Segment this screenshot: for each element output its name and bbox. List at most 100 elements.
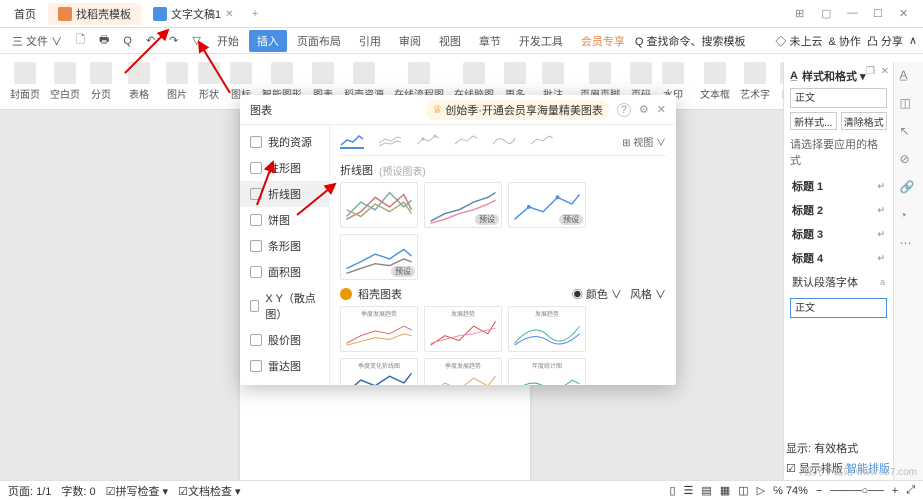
style-h2[interactable]: 标题 2↵ xyxy=(790,198,887,222)
word-count[interactable]: 字数: 0 xyxy=(61,483,95,499)
pane-close-icon[interactable]: ✕ xyxy=(881,66,889,77)
sidebar-line[interactable]: 折线图 xyxy=(240,181,329,207)
zoom-label[interactable]: ℅ 74% xyxy=(773,485,808,497)
sidetool-backup[interactable]: ◔ xyxy=(900,208,918,226)
pane-detach-icon[interactable]: ❐ xyxy=(866,66,875,77)
spell-check[interactable]: ☑拼写检查 ▾ xyxy=(106,483,168,499)
page-indicator[interactable]: 页面: 1/1 xyxy=(8,483,51,499)
style-h1[interactable]: 标题 1↵ xyxy=(790,174,887,198)
quick-preview-icon[interactable]: Q xyxy=(117,33,138,49)
redo-icon[interactable]: ↷ xyxy=(163,32,184,49)
linetype-basic[interactable] xyxy=(340,133,364,149)
collab-button[interactable]: & 协作 xyxy=(828,33,860,49)
dock-thumb[interactable]: 季度发展趋势 xyxy=(340,306,418,352)
dock-thumb[interactable]: 发展趋势 xyxy=(508,306,586,352)
new-tab-button[interactable]: + xyxy=(247,6,263,22)
zoom-slider[interactable]: ────○── xyxy=(830,485,883,497)
view-split-icon[interactable]: ◫ xyxy=(738,484,748,497)
fullscreen-icon[interactable]: ⤢ xyxy=(906,484,915,497)
help-icon[interactable]: ? xyxy=(617,103,631,117)
tool-blank[interactable]: 空白页 xyxy=(46,60,84,103)
box-icon[interactable]: ▢ xyxy=(821,7,835,21)
close-icon[interactable]: ✕ xyxy=(225,9,235,19)
file-menu[interactable]: 三 文件 ∨ xyxy=(6,31,68,51)
sidetool-style[interactable]: ◫ xyxy=(900,96,918,114)
sidebar-myresources[interactable]: 我的资源 xyxy=(240,129,329,155)
style-h4[interactable]: 标题 4↵ xyxy=(790,246,887,270)
tab-reference[interactable]: 引用 xyxy=(351,30,389,52)
style-default-font[interactable]: 默认段落字体a xyxy=(790,270,887,294)
tab-view[interactable]: 视图 xyxy=(431,30,469,52)
sidebar-radar[interactable]: 雷达图 xyxy=(240,353,329,379)
close-window-icon[interactable]: ✕ xyxy=(899,7,913,21)
linetype-smooth[interactable] xyxy=(492,133,516,149)
sidebar-pie[interactable]: 饼图 xyxy=(240,207,329,233)
preset-thumb-2[interactable]: 预设 xyxy=(424,182,502,228)
dock-thumb[interactable]: 季度变化折线图 xyxy=(340,358,418,385)
view-print-icon[interactable]: ▯ xyxy=(669,484,675,497)
collapse-ribbon-icon[interactable]: ∧ xyxy=(909,34,917,47)
current-style-select[interactable]: 正文 xyxy=(790,88,887,108)
tab-start[interactable]: 开始 xyxy=(209,30,247,52)
cloud-status[interactable]: ◇ 未上云 xyxy=(775,33,822,49)
tool-cover[interactable]: 封面页 xyxy=(6,60,44,103)
view-web-icon[interactable]: ▦ xyxy=(720,484,730,497)
quick-print-icon[interactable]: 🖶 xyxy=(93,29,115,52)
dock-thumb[interactable]: 年度统计图 xyxy=(508,358,586,385)
linetype-stacked[interactable] xyxy=(378,133,402,149)
show-select[interactable]: 有效格式 xyxy=(814,443,858,455)
dock-thumb[interactable]: 季度发展趋势 xyxy=(424,358,502,385)
sidetool-limit[interactable]: ⊘ xyxy=(900,152,918,170)
preset-thumb-3[interactable]: 预设 xyxy=(508,182,586,228)
tab-chapter[interactable]: 章节 xyxy=(471,30,509,52)
tool-textbox[interactable]: 文本框 xyxy=(696,60,734,103)
sidetool-more[interactable]: ⋯ xyxy=(900,236,918,254)
tab-template[interactable]: 找稻壳模板 xyxy=(48,3,141,25)
sidebar-bar[interactable]: 柱形图 xyxy=(240,155,329,181)
dialog-close-icon[interactable]: ✕ xyxy=(657,103,666,116)
promo-banner[interactable]: ♕创始季·开通会员享海量精美图表 xyxy=(426,100,609,120)
clear-format-button[interactable]: 清除格式 xyxy=(841,112,888,130)
minimize-icon[interactable]: — xyxy=(847,7,861,21)
dock-thumb[interactable]: 发展趋势 xyxy=(424,306,502,352)
preset-thumb-4[interactable]: 预设 xyxy=(340,234,418,280)
style-filter[interactable]: 风格 ∨ xyxy=(630,286,666,302)
search-input[interactable]: Q 查找命令、搜索模板 xyxy=(635,33,746,49)
tab-insert[interactable]: 插入 xyxy=(249,30,287,52)
sidebar-combo[interactable]: 组合图 xyxy=(240,379,329,385)
tool-pagebreak[interactable]: 分页 xyxy=(86,60,116,103)
tab-review[interactable]: 审阅 xyxy=(391,30,429,52)
sidebar-hbar[interactable]: 条形图 xyxy=(240,233,329,259)
linetype-step[interactable] xyxy=(530,133,554,149)
share-button[interactable]: 凸 分享 xyxy=(867,33,903,49)
dropdown-icon[interactable]: ▽ xyxy=(186,32,206,49)
sidetool-format[interactable]: A̲ xyxy=(900,68,918,86)
tab-member[interactable]: 会员专享 xyxy=(573,30,633,52)
tab-pagelayout[interactable]: 页面布局 xyxy=(289,30,349,52)
zoom-out-icon[interactable]: − xyxy=(816,485,822,497)
view-outline-icon[interactable]: ☰ xyxy=(684,484,694,497)
linetype-markers[interactable] xyxy=(416,133,440,149)
sidebar-area[interactable]: 面积图 xyxy=(240,259,329,285)
style-h3[interactable]: 标题 3↵ xyxy=(790,222,887,246)
style-body-select[interactable]: 正文 xyxy=(790,298,887,318)
maximize-icon[interactable]: ☐ xyxy=(873,7,887,21)
undo-icon[interactable]: ↶ xyxy=(140,32,161,49)
linetype-3d[interactable] xyxy=(454,133,478,149)
view-toggle[interactable]: ⊞ 视图 ∨ xyxy=(622,134,666,149)
settings-icon[interactable]: ⚙ xyxy=(639,103,649,116)
tool-shape[interactable]: 形状 xyxy=(194,60,224,103)
grid-icon[interactable]: ⊞ xyxy=(795,7,809,21)
zoom-in-icon[interactable]: + xyxy=(892,485,898,497)
tool-table[interactable]: 表格 xyxy=(124,60,154,103)
tab-home[interactable]: 首页 xyxy=(4,3,46,25)
preset-thumb-1[interactable] xyxy=(340,182,418,228)
tab-document[interactable]: 文字文稿1✕ xyxy=(143,3,245,25)
sidetool-select[interactable]: ↖ xyxy=(900,124,918,142)
quick-save-icon[interactable]: 🗋 xyxy=(70,29,91,52)
sidebar-scatter[interactable]: X Y（散点图） xyxy=(240,285,329,327)
sidebar-stock[interactable]: 股价图 xyxy=(240,327,329,353)
view-play-icon[interactable]: ▷ xyxy=(757,484,765,497)
sidetool-link[interactable]: 🔗 xyxy=(900,180,918,198)
new-style-button[interactable]: 新样式... xyxy=(790,112,837,130)
